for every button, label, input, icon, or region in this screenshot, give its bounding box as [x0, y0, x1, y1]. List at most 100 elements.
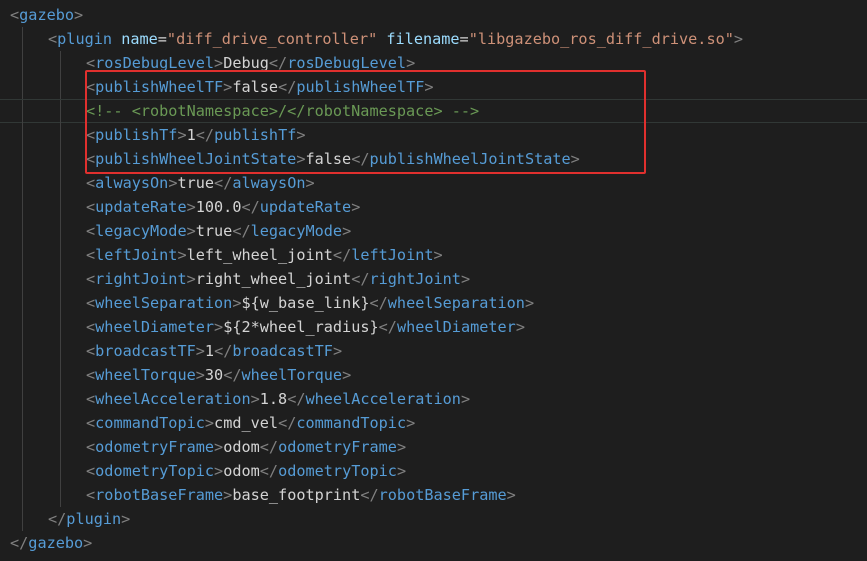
close-bracket: > [733, 30, 744, 48]
code-line[interactable]: </plugin> [0, 507, 867, 531]
tag-name: publishWheelTF [296, 78, 425, 96]
close-bracket: > [214, 54, 224, 72]
tag-name: wheelDiameter [396, 318, 516, 336]
code-line[interactable]: <plugin name="diff_drive_controller" fil… [0, 27, 867, 51]
code-line[interactable]: <rightJoint>right_wheel_joint</rightJoin… [0, 267, 867, 291]
tag-name: publishWheelTF [95, 78, 224, 96]
code-text: <broadcastTF>1</broadcastTF> [86, 339, 342, 363]
close-bracket: > [177, 126, 187, 144]
code-text: <plugin name="diff_drive_controller" fil… [48, 27, 743, 51]
code-editor[interactable]: <gazebo> <plugin name="diff_drive_control… [0, 0, 867, 561]
code-line[interactable]: <gazebo> [0, 3, 867, 27]
indent-guide [22, 411, 23, 435]
open-bracket: < [86, 318, 96, 336]
close-bracket: > [351, 198, 361, 216]
code-line[interactable]: <wheelTorque>30</wheelTorque> [0, 363, 867, 387]
code-text: <rightJoint>right_wheel_joint</rightJoin… [86, 267, 470, 291]
indent-guide [60, 387, 61, 411]
close-bracket: > [332, 342, 343, 360]
code-line[interactable]: <broadcastTF>1</broadcastTF> [0, 339, 867, 363]
element-value: cmd_vel [214, 414, 279, 432]
open-bracket: < [86, 222, 96, 240]
code-line[interactable]: <leftJoint>left_wheel_joint</leftJoint> [0, 243, 867, 267]
tag-name: legacyMode [250, 222, 343, 240]
code-line[interactable]: <wheelDiameter>${2*wheel_radius}</wheelD… [0, 315, 867, 339]
code-text: <publishWheelJointState>false</publishWh… [86, 147, 580, 171]
code-line[interactable]: <odometryTopic>odom</odometryTopic> [0, 459, 867, 483]
element-value: false [305, 150, 352, 168]
indent-guide [22, 123, 23, 147]
tag-name: publishTf [214, 126, 297, 144]
tag-name: odometryTopic [95, 462, 215, 480]
code-line[interactable]: <commandTopic>cmd_vel</commandTopic> [0, 411, 867, 435]
open-bracket: </ [259, 462, 279, 480]
indent-guide [60, 147, 61, 171]
open-bracket: < [86, 294, 96, 312]
close-bracket: > [506, 486, 516, 504]
indent-guide [60, 195, 61, 219]
code-line-current[interactable]: <!-- <robotNamespace>/</robotNamespace> … [0, 99, 867, 124]
tag-name: robotBaseFrame [378, 486, 507, 504]
indent-guide [22, 507, 23, 531]
element-value: true [195, 222, 233, 240]
code-line[interactable]: <alwaysOn>true</alwaysOn> [0, 171, 867, 195]
code-line[interactable]: <rosDebugLevel>Debug</rosDebugLevel> [0, 51, 867, 75]
indent-guide [60, 100, 61, 124]
close-bracket: > [195, 366, 205, 384]
equals-sign: = [157, 30, 167, 48]
indent-guide [60, 171, 61, 195]
tag-name: updateRate [259, 198, 352, 216]
tag-name: commandTopic [95, 414, 205, 432]
open-bracket: < [86, 342, 96, 360]
open-bracket: </ [241, 198, 260, 216]
close-bracket: > [186, 270, 196, 288]
open-bracket: </ [195, 126, 215, 144]
open-bracket: </ [48, 510, 67, 528]
open-bracket: </ [287, 390, 306, 408]
indent-guide [22, 243, 23, 267]
open-bracket: </ [351, 150, 370, 168]
code-line[interactable]: <wheelSeparation>${w_base_link}</wheelSe… [0, 291, 867, 315]
attribute-name: name [121, 30, 158, 48]
tag-name: publishWheelJointState [369, 150, 571, 168]
close-bracket: > [433, 246, 443, 264]
code-line[interactable]: </gazebo> [0, 531, 867, 555]
code-line[interactable]: <wheelAcceleration>1.8</wheelAcceleratio… [0, 387, 867, 411]
close-bracket: > [83, 534, 93, 552]
element-value: Debug [223, 54, 269, 72]
indent-guide [60, 363, 61, 387]
element-value: 100.0 [195, 198, 242, 216]
indent-guide [22, 435, 23, 459]
code-text: <publishWheelTF>false</publishWheelTF> [86, 75, 434, 99]
close-bracket: > [214, 462, 224, 480]
tag-name: updateRate [95, 198, 187, 216]
indent-guide [22, 147, 23, 171]
code-text: <odometryTopic>odom</odometryTopic> [86, 459, 406, 483]
tag-name: wheelAcceleration [95, 390, 251, 408]
close-bracket: > [296, 126, 306, 144]
code-line[interactable]: <updateRate>100.0</updateRate> [0, 195, 867, 219]
element-value: left_wheel_joint [186, 246, 333, 264]
close-bracket: > [342, 366, 352, 384]
close-bracket: > [250, 390, 260, 408]
close-bracket: > [424, 78, 434, 96]
attribute-name: filename [386, 30, 460, 48]
close-bracket: > [305, 174, 315, 192]
element-value: 30 [204, 366, 224, 384]
indent-guide [60, 75, 61, 99]
tag-name: gazebo [28, 534, 84, 552]
element-value: right_wheel_joint [195, 270, 352, 288]
code-line[interactable]: <odometryFrame>odom</odometryFrame> [0, 435, 867, 459]
code-text: <odometryFrame>odom</odometryFrame> [86, 435, 406, 459]
open-bracket: </ [351, 270, 370, 288]
tag-name: alwaysOn [95, 174, 169, 192]
code-line[interactable]: <robotBaseFrame>base_footprint</robotBas… [0, 483, 867, 507]
open-bracket: </ [214, 174, 233, 192]
close-bracket: > [570, 150, 580, 168]
code-line[interactable]: <publishTf>1</publishTf> [0, 123, 867, 147]
code-line[interactable]: <publishWheelTF>false</publishWheelTF> [0, 75, 867, 99]
close-bracket: > [74, 6, 84, 24]
code-line[interactable]: <publishWheelJointState>false</publishWh… [0, 147, 867, 171]
code-line[interactable]: <legacyMode>true</legacyMode> [0, 219, 867, 243]
close-bracket: > [396, 438, 407, 456]
